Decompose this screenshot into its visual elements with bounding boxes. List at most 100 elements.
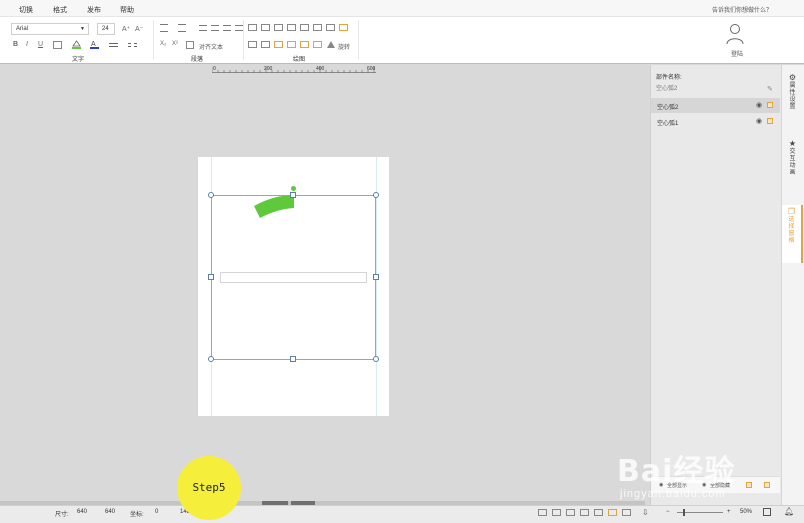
lock-icon[interactable]: [767, 118, 773, 124]
lock-icon[interactable]: [622, 509, 631, 516]
border-style-icon[interactable]: [53, 41, 62, 49]
numbered-list-icon[interactable]: [178, 24, 186, 32]
tab-label: 属性设置: [789, 83, 796, 110]
resize-handle-top-right[interactable]: [373, 192, 379, 198]
component-name-field[interactable]: 空心弧2: [656, 83, 774, 93]
layer-row[interactable]: 空心弧1 ◉: [651, 114, 780, 129]
menu-help[interactable]: 帮助: [120, 5, 134, 15]
underline-button[interactable]: U: [38, 41, 43, 48]
align-left-icon[interactable]: [199, 25, 207, 31]
rotate-icon[interactable]: [327, 41, 335, 48]
font-shrink-button[interactable]: A⁻: [135, 25, 143, 33]
align-objects-top-icon[interactable]: [580, 509, 589, 516]
font-size-value: 24: [102, 26, 109, 32]
resize-handle-bottom[interactable]: [290, 356, 296, 362]
tab-label: 选择窗格: [788, 217, 795, 244]
menu-format[interactable]: 格式: [53, 5, 67, 15]
ribbon-toolbar: [0, 17, 804, 64]
login-label[interactable]: 登陆: [731, 49, 743, 58]
rotation-handle[interactable]: [291, 186, 296, 191]
font-grow-button[interactable]: A⁺: [122, 25, 130, 33]
ungroup-objects-icon[interactable]: [261, 41, 270, 48]
align-objects-right-icon[interactable]: [274, 24, 283, 31]
align-objects-right-icon[interactable]: [566, 509, 575, 516]
align-right-icon[interactable]: [223, 25, 231, 31]
layers-icon: ❐: [787, 207, 796, 216]
group-label-paragraph: 段落: [191, 57, 204, 63]
align-objects-center-icon[interactable]: [261, 24, 270, 31]
dash-style-icon[interactable]: [128, 43, 137, 47]
resize-handle-bottom-left[interactable]: [208, 356, 214, 362]
italic-button[interactable]: I: [26, 41, 28, 48]
bring-forward-icon[interactable]: [274, 41, 283, 48]
horizontal-ruler: [212, 65, 376, 73]
eye-icon[interactable]: ◉: [756, 117, 762, 125]
distribute-horizontal-icon[interactable]: [594, 509, 603, 516]
fit-screen-icon[interactable]: ⇩: [642, 508, 649, 517]
resize-handle-top[interactable]: [290, 192, 296, 198]
zoom-in-button[interactable]: +: [727, 509, 731, 515]
superscript-button[interactable]: X²: [172, 41, 178, 47]
align-objects-bottom-icon[interactable]: [313, 24, 322, 31]
send-to-back-icon[interactable]: [313, 41, 322, 48]
resize-handle-right[interactable]: [373, 274, 379, 280]
font-color-icon[interactable]: A: [90, 40, 99, 49]
font-family-select[interactable]: Arial ▼: [11, 23, 89, 35]
tab-properties[interactable]: ⚙ 属性设置: [782, 74, 803, 122]
width-value[interactable]: 640: [77, 509, 87, 515]
distribute-horizontal-icon[interactable]: [326, 24, 335, 31]
align-objects-center-icon[interactable]: [552, 509, 561, 516]
resize-handle-bottom-right[interactable]: [373, 356, 379, 362]
coord-label: 坐标:: [130, 512, 144, 518]
help-search-hint[interactable]: 告诉我们你想做什么？: [712, 5, 772, 14]
align-objects-left-icon[interactable]: [538, 509, 547, 516]
fill-color-icon[interactable]: [72, 40, 81, 49]
group-label-text: 文字: [72, 57, 85, 63]
subscript-button[interactable]: X₂: [160, 41, 166, 47]
watermark-url: jingyan.baidu.com: [620, 488, 726, 500]
tab-interaction-animation[interactable]: ★ 交互动画: [782, 140, 803, 188]
zoom-slider-thumb[interactable]: [683, 509, 685, 516]
distribute-vertical-icon[interactable]: [339, 24, 348, 31]
bring-to-front-icon[interactable]: [300, 41, 309, 48]
line-style-icon[interactable]: [109, 43, 118, 47]
group-objects-icon[interactable]: [248, 41, 257, 48]
align-objects-middle-icon[interactable]: [300, 24, 309, 31]
text-box-icon: [186, 41, 194, 49]
layer-row[interactable]: 空心弧2 ◉: [651, 98, 780, 113]
zoom-level: 50%: [740, 509, 753, 515]
send-backward-icon[interactable]: [287, 41, 296, 48]
ribbon-divider: [153, 20, 154, 60]
x-value[interactable]: 0: [155, 509, 158, 515]
edit-pencil-icon[interactable]: ✎: [767, 85, 773, 93]
component-name-value: 空心弧2: [656, 86, 678, 92]
resize-handle-left[interactable]: [208, 274, 214, 280]
menu-publish[interactable]: 发布: [87, 5, 101, 15]
chevron-down-icon: ▼: [80, 26, 85, 32]
menu-switch[interactable]: 切换: [19, 5, 33, 15]
selection-box[interactable]: [211, 195, 376, 360]
align-objects-top-icon[interactable]: [287, 24, 296, 31]
bell-icon[interactable]: 🔔︎: [784, 507, 794, 516]
bold-button[interactable]: B: [13, 41, 18, 48]
zoom-out-button[interactable]: −: [666, 509, 670, 515]
align-objects-left-icon[interactable]: [248, 24, 257, 31]
resize-handle-top-left[interactable]: [208, 192, 214, 198]
fullscreen-icon[interactable]: [763, 508, 771, 516]
eye-icon[interactable]: ◉: [756, 101, 762, 109]
tab-selection-pane[interactable]: ❐ 选择窗格: [782, 205, 803, 263]
ruler-tick-label: 600: [367, 66, 376, 72]
align-text-button[interactable]: 对齐文本: [199, 42, 223, 51]
font-family-value: Arial: [16, 26, 29, 32]
rotate-button[interactable]: 旋转: [338, 42, 350, 51]
bring-forward-icon[interactable]: [608, 509, 617, 516]
height-value[interactable]: 640: [105, 509, 115, 515]
align-justify-icon[interactable]: [235, 25, 243, 31]
align-center-icon[interactable]: [211, 25, 219, 31]
svg-text:A: A: [91, 41, 96, 48]
user-avatar-icon[interactable]: [726, 23, 744, 45]
bullet-list-icon[interactable]: [160, 24, 168, 32]
font-size-input[interactable]: 24: [97, 23, 115, 35]
lock-icon[interactable]: [767, 102, 773, 108]
size-label: 尺寸:: [55, 512, 69, 518]
